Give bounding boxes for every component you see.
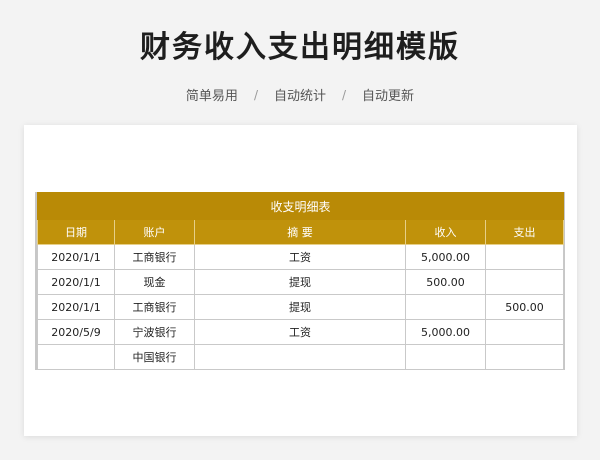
table-row: 2020/1/1 现金 提现 500.00 (37, 269, 564, 295)
cell-expense[interactable]: 500.00 (485, 294, 564, 320)
col-header-summary: 摘 要 (194, 219, 406, 245)
cell-income[interactable] (405, 344, 486, 370)
cell-date[interactable]: 2020/1/1 (37, 269, 115, 295)
cell-account[interactable]: 中国银行 (114, 344, 195, 370)
cell-account[interactable]: 工商银行 (114, 294, 195, 320)
page-title: 财务收入支出明细模版 (140, 30, 460, 65)
col-header-expense: 支出 (485, 219, 564, 245)
cell-summary[interactable]: 工资 (194, 244, 406, 270)
cell-date[interactable]: 2020/1/1 (37, 294, 115, 320)
preview-card: 收支明细表 日期 账户 摘 要 收入 支出 2020/1/1 工商银行 工资 5… (24, 125, 577, 436)
cell-summary[interactable]: 提现 (194, 269, 406, 295)
ledger-table: 收支明细表 日期 账户 摘 要 收入 支出 2020/1/1 工商银行 工资 5… (37, 192, 564, 370)
table-row: 2020/1/1 工商银行 提现 500.00 (37, 294, 564, 320)
spreadsheet: 收支明细表 日期 账户 摘 要 收入 支出 2020/1/1 工商银行 工资 5… (35, 192, 565, 370)
cell-expense[interactable] (485, 344, 564, 370)
col-header-income: 收入 (405, 219, 486, 245)
table-row: 2020/1/1 工商银行 工资 5,000.00 (37, 244, 564, 270)
cell-date[interactable] (37, 344, 115, 370)
tag-auto-stats: 自动统计 (273, 89, 326, 104)
cell-account[interactable]: 宁波银行 (114, 319, 195, 345)
cell-account[interactable]: 现金 (114, 269, 195, 295)
cell-summary[interactable]: 提现 (194, 294, 406, 320)
tag-separator: / (342, 87, 347, 102)
cell-expense[interactable] (485, 244, 564, 270)
col-header-date: 日期 (37, 219, 115, 245)
cell-expense[interactable] (485, 319, 564, 345)
cell-income[interactable]: 5,000.00 (405, 244, 486, 270)
cell-income[interactable] (405, 294, 486, 320)
table-row: 中国银行 (37, 344, 564, 370)
cell-account[interactable]: 工商银行 (114, 244, 195, 270)
cell-income[interactable]: 500.00 (405, 269, 486, 295)
table-row: 2020/5/9 宁波银行 工资 5,000.00 (37, 319, 564, 345)
cell-date[interactable]: 2020/1/1 (37, 244, 115, 270)
cell-summary[interactable] (194, 344, 406, 370)
table-banner: 收支明细表 (37, 192, 564, 220)
cell-income[interactable]: 5,000.00 (405, 319, 486, 345)
tag-auto-update: 自动更新 (362, 89, 415, 104)
cell-summary[interactable]: 工资 (194, 319, 406, 345)
col-header-account: 账户 (114, 219, 195, 245)
tag-easy: 简单易用 (185, 89, 238, 104)
feature-tags: 简单易用 / 自动统计 / 自动更新 (0, 85, 600, 105)
tag-separator: / (253, 87, 258, 102)
cell-expense[interactable] (485, 269, 564, 295)
cell-date[interactable]: 2020/5/9 (37, 319, 115, 345)
